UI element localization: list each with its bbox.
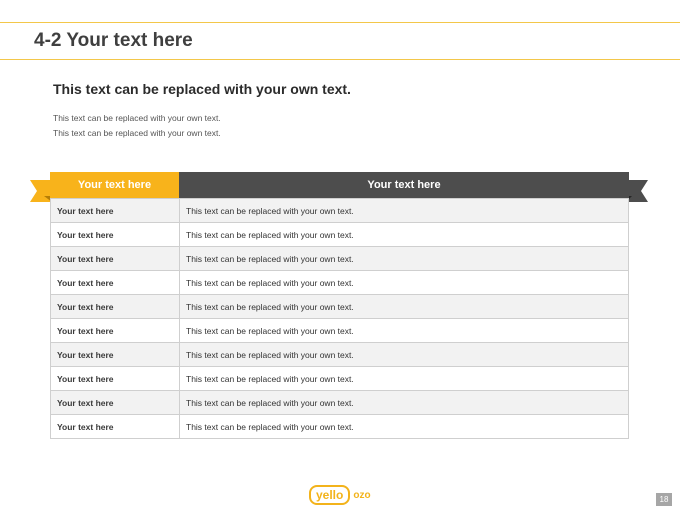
- content-table: Your text here This text can be replaced …: [50, 198, 629, 439]
- table-row: Your text here This text can be replaced …: [50, 222, 629, 247]
- row-value: This text can be replaced with your own …: [179, 294, 629, 319]
- intro-line-2: This text can be replaced with your own …: [53, 128, 221, 138]
- row-value: This text can be replaced with your own …: [179, 198, 629, 223]
- table-row: Your text here This text can be replaced …: [50, 246, 629, 271]
- row-value: This text can be replaced with your own …: [179, 390, 629, 415]
- title-underline: [0, 59, 680, 60]
- row-value: This text can be replaced with your own …: [179, 414, 629, 439]
- row-value: This text can be replaced with your own …: [179, 270, 629, 295]
- intro-line-1: This text can be replaced with your own …: [53, 113, 221, 123]
- page-title: 4-2 Your text here: [34, 30, 193, 51]
- table-row: Your text here This text can be replaced …: [50, 318, 629, 343]
- row-value: This text can be replaced with your own …: [179, 342, 629, 367]
- table-row: Your text here This text can be replaced …: [50, 294, 629, 319]
- row-label: Your text here: [50, 342, 180, 367]
- row-label: Your text here: [50, 246, 180, 271]
- row-value: This text can be replaced with your own …: [179, 222, 629, 247]
- row-label: Your text here: [50, 414, 180, 439]
- right-ribbon-tail: [626, 180, 648, 202]
- table-row: Your text here This text can be replaced …: [50, 390, 629, 415]
- row-label: Your text here: [50, 366, 180, 391]
- row-value: This text can be replaced with your own …: [179, 366, 629, 391]
- row-label: Your text here: [50, 270, 180, 295]
- table-row: Your text here This text can be replaced …: [50, 270, 629, 295]
- logo-suffix: ozo: [353, 489, 371, 501]
- row-label: Your text here: [50, 294, 180, 319]
- table-row: Your text here This text can be replaced …: [50, 366, 629, 391]
- table-row: Your text here This text can be replaced …: [50, 342, 629, 367]
- table-header-right: Your text here: [179, 172, 629, 198]
- row-value: This text can be replaced with your own …: [179, 246, 629, 271]
- row-label: Your text here: [50, 222, 180, 247]
- left-ribbon-tail: [30, 180, 52, 202]
- page-number: 18: [656, 493, 672, 506]
- row-label: Your text here: [50, 318, 180, 343]
- brand-logo: yello ozo: [309, 485, 371, 505]
- row-label: Your text here: [50, 198, 180, 223]
- table-row: Your text here This text can be replaced …: [50, 414, 629, 439]
- table-row: Your text here This text can be replaced …: [50, 198, 629, 223]
- logo-wordmark: yello: [309, 485, 351, 505]
- row-label: Your text here: [50, 390, 180, 415]
- table-header-left: Your text here: [50, 172, 179, 198]
- section-subtitle: This text can be replaced with your own …: [53, 81, 351, 97]
- top-rule: [0, 22, 680, 23]
- row-value: This text can be replaced with your own …: [179, 318, 629, 343]
